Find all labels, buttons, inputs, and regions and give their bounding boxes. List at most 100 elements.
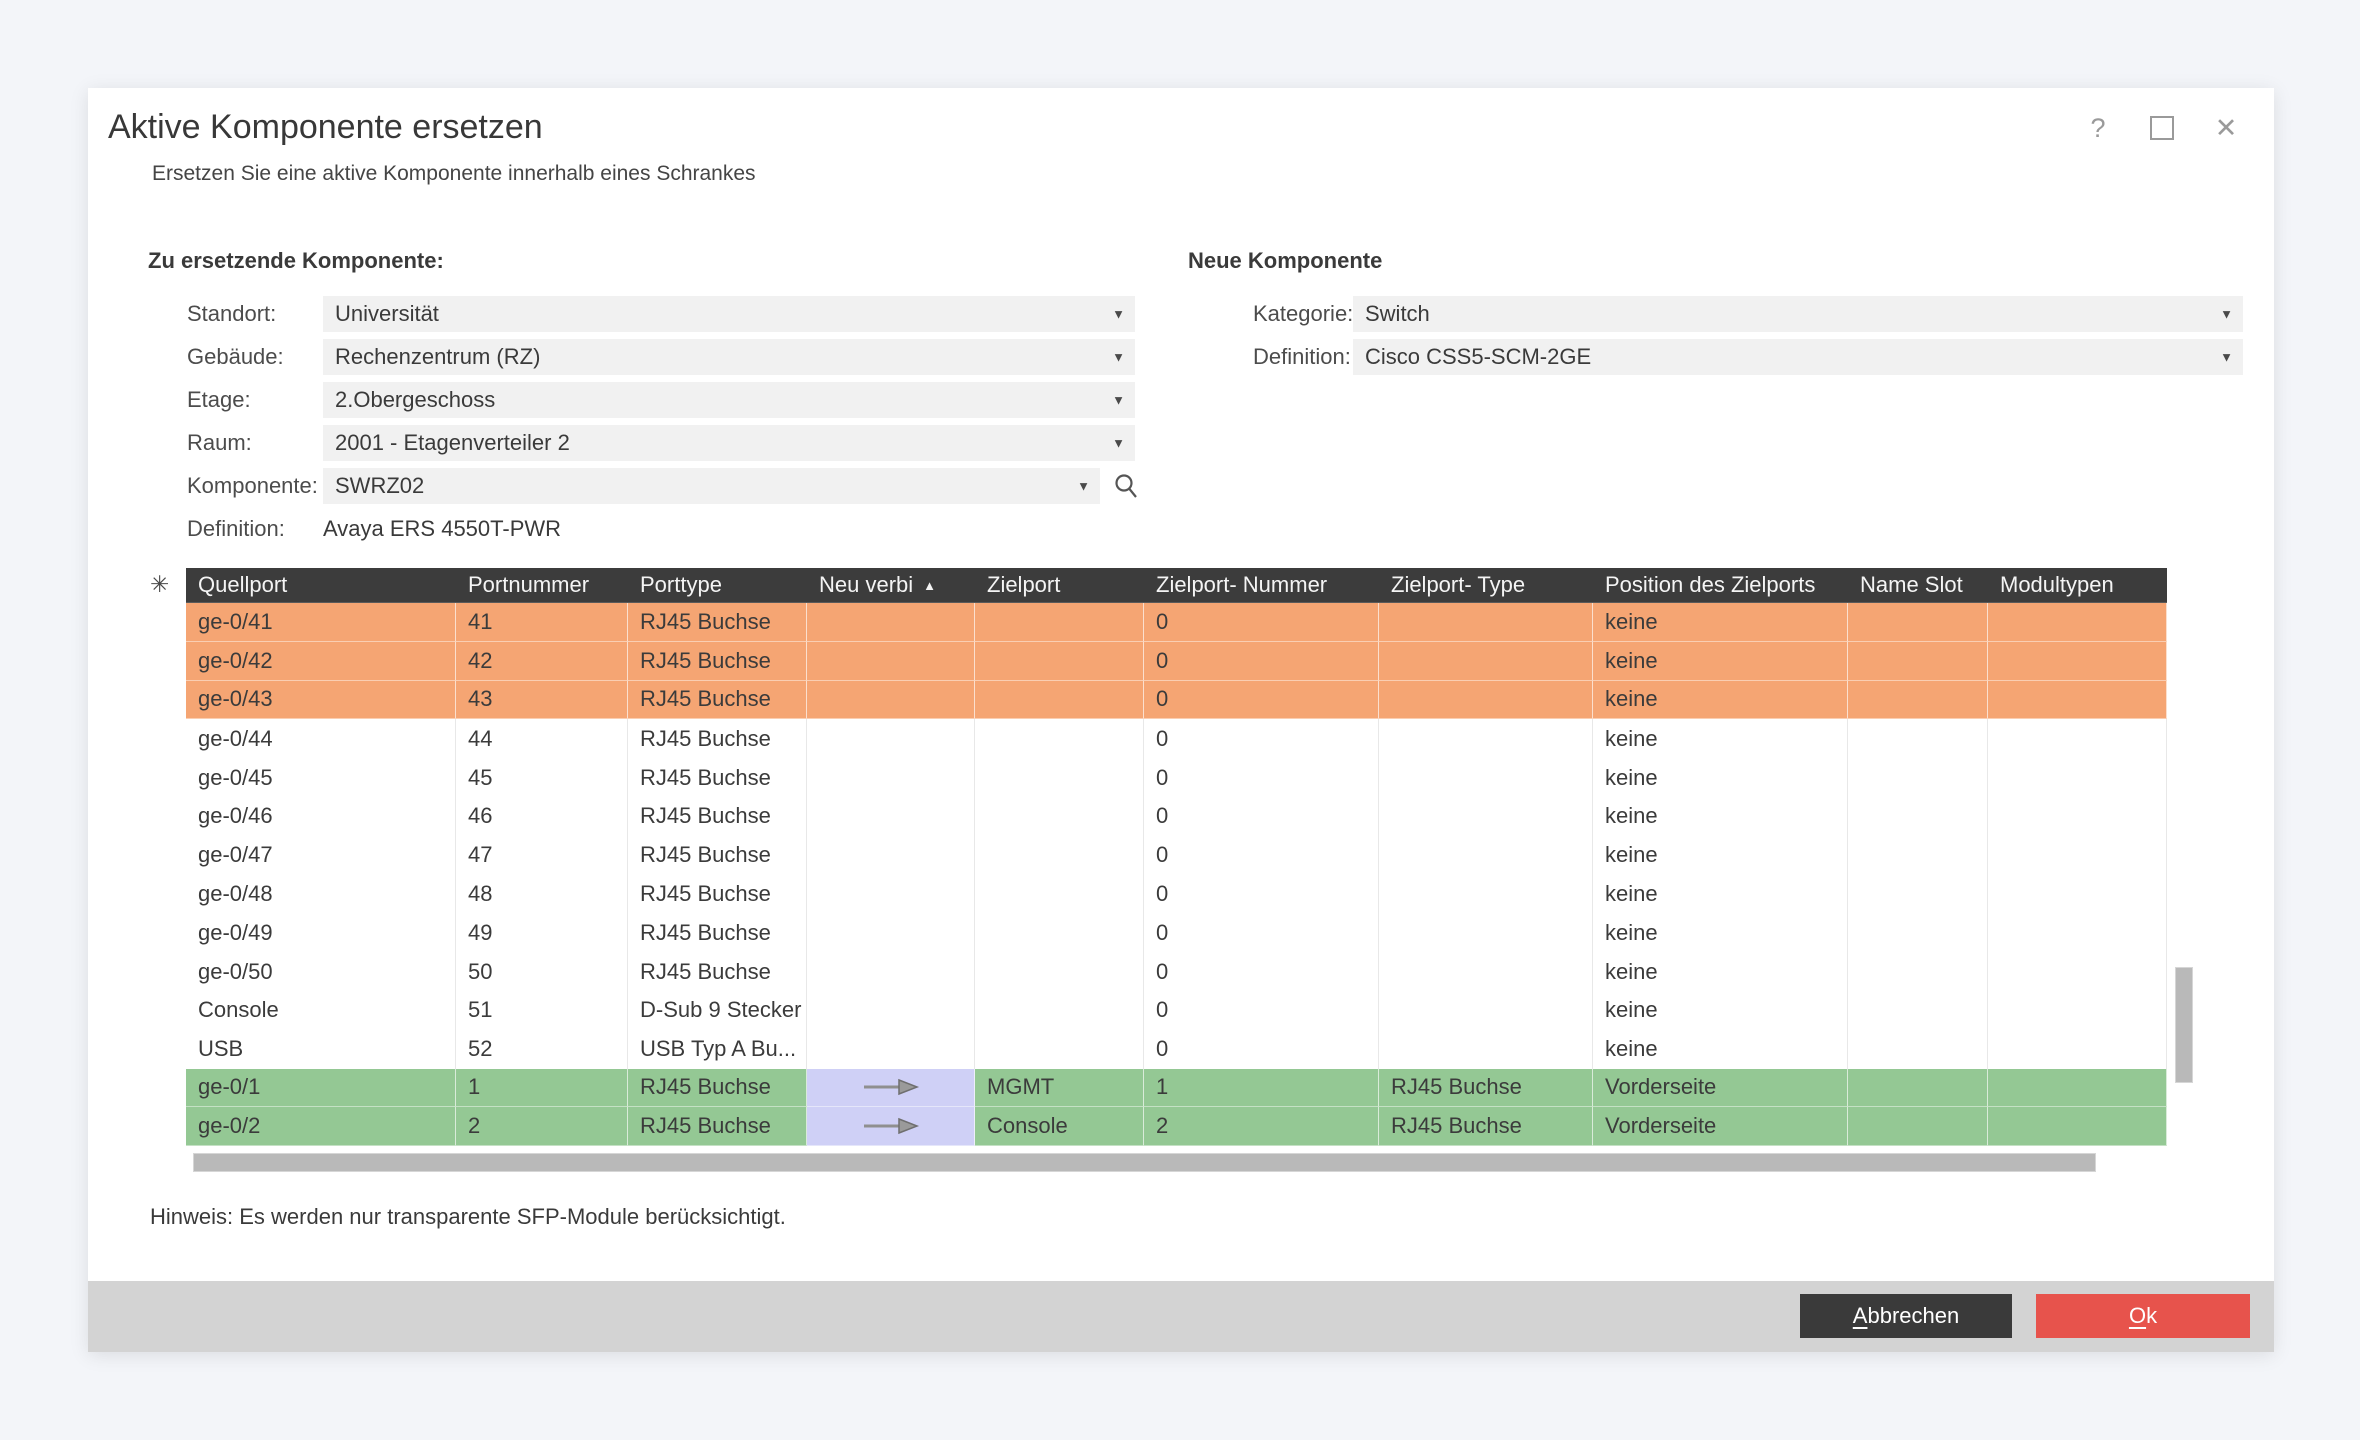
table-cell (1848, 913, 1988, 952)
table-cell (1988, 758, 2167, 797)
table-cell: ge-0/41 (186, 603, 456, 642)
table-row[interactable]: ge-0/11RJ45 BuchseMGMT1RJ45 BuchseVorder… (186, 1069, 2167, 1108)
table-cell (1848, 952, 1988, 991)
table-cell (1379, 719, 1593, 758)
maximize-button[interactable] (2148, 114, 2176, 142)
table-row[interactable]: ge-0/4848RJ45 Buchse0keine (186, 875, 2167, 914)
standort-dropdown[interactable]: Universität▼ (323, 296, 1135, 332)
cancel-button[interactable]: Abbrechen (1800, 1294, 2012, 1338)
form-row-neu-definition: Definition:Cisco CSS5-SCM-2GE▼ (1253, 339, 2243, 375)
table-cell: 49 (456, 913, 628, 952)
table-cell (975, 875, 1144, 914)
neu-definition-dropdown[interactable]: Cisco CSS5-SCM-2GE▼ (1353, 339, 2243, 375)
vertical-scrollbar-thumb[interactable] (2175, 967, 2193, 1083)
table-row[interactable]: ge-0/4545RJ45 Buchse0keine (186, 758, 2167, 797)
column-header[interactable]: Quellport (186, 568, 456, 602)
table-cell: USB Typ A Bu... (628, 1030, 807, 1069)
table-cell (1848, 991, 1988, 1030)
close-icon: ✕ (2215, 115, 2238, 142)
table-row[interactable]: ge-0/4141RJ45 Buchse0keine (186, 603, 2167, 642)
column-header-label: Neu verbi (819, 572, 913, 598)
table-cell (1988, 797, 2167, 836)
table-config-icon[interactable]: ✳ (150, 573, 169, 596)
port-table-header: QuellportPortnummerPorttypeNeu verbi▲Zie… (186, 568, 2167, 603)
column-header[interactable]: Name Slot (1848, 568, 1988, 602)
table-cell (1988, 719, 2167, 758)
column-header[interactable]: Portnummer (456, 568, 628, 602)
table-row[interactable]: ge-0/4444RJ45 Buchse0keine (186, 719, 2167, 758)
horizontal-scrollbar-thumb[interactable] (193, 1153, 2096, 1172)
close-button[interactable]: ✕ (2212, 114, 2240, 142)
table-row[interactable]: ge-0/4646RJ45 Buchse0keine (186, 797, 2167, 836)
table-cell: 44 (456, 719, 628, 758)
kategorie-dropdown[interactable]: Switch▼ (1353, 296, 2243, 332)
column-header[interactable]: Zielport (975, 568, 1144, 602)
table-cell (1379, 797, 1593, 836)
table-cell (975, 952, 1144, 991)
table-cell: ge-0/42 (186, 642, 456, 681)
komponente-dropdown[interactable]: SWRZ02▼ (323, 468, 1100, 504)
table-row[interactable]: ge-0/4747RJ45 Buchse0keine (186, 836, 2167, 875)
definition-value: Avaya ERS 4550T-PWR (323, 516, 561, 542)
column-header[interactable]: Position des Zielports (1593, 568, 1848, 602)
table-cell (1379, 681, 1593, 720)
form-row-etage: Etage:2.Obergeschoss▼ (187, 382, 1140, 418)
column-header[interactable]: Porttype (628, 568, 807, 602)
standort-value: Universität (335, 301, 439, 327)
table-cell: keine (1593, 836, 1848, 875)
table-cell: RJ45 Buchse (628, 719, 807, 758)
table-cell: ge-0/50 (186, 952, 456, 991)
table-row[interactable]: ge-0/5050RJ45 Buchse0keine (186, 952, 2167, 991)
new-connection-cell (807, 1069, 975, 1108)
table-row[interactable]: ge-0/4242RJ45 Buchse0keine (186, 642, 2167, 681)
kategorie-value: Switch (1365, 301, 1430, 327)
form-row-raum: Raum:2001 - Etagenverteiler 2▼ (187, 425, 1140, 461)
etage-value: 2.Obergeschoss (335, 387, 495, 413)
table-cell: 0 (1144, 836, 1379, 875)
table-cell: 0 (1144, 719, 1379, 758)
cancel-button-label: bbrechen (1867, 1303, 1959, 1328)
table-cell: Console (975, 1107, 1144, 1146)
table-cell (807, 913, 975, 952)
table-cell (1988, 875, 2167, 914)
table-row[interactable]: USB52USB Typ A Bu...0keine (186, 1030, 2167, 1069)
table-cell: keine (1593, 758, 1848, 797)
ok-button-mnemonic: O (2129, 1303, 2146, 1328)
table-row[interactable]: ge-0/4343RJ45 Buchse0keine (186, 681, 2167, 720)
table-cell (1379, 875, 1593, 914)
table-cell: 41 (456, 603, 628, 642)
table-cell: 0 (1144, 875, 1379, 914)
port-table-body: ge-0/4141RJ45 Buchse0keinege-0/4242RJ45 … (186, 603, 2167, 1146)
table-cell (807, 836, 975, 875)
dialog-subtitle: Ersetzen Sie eine aktive Komponente inne… (152, 162, 756, 186)
table-row[interactable]: ge-0/4949RJ45 Buchse0keine (186, 913, 2167, 952)
table-cell: RJ45 Buchse (1379, 1069, 1593, 1108)
search-icon[interactable] (1112, 472, 1140, 500)
table-row[interactable]: ge-0/22RJ45 BuchseConsole2RJ45 BuchseVor… (186, 1107, 2167, 1146)
table-cell: 52 (456, 1030, 628, 1069)
etage-dropdown[interactable]: 2.Obergeschoss▼ (323, 382, 1135, 418)
table-cell (807, 952, 975, 991)
table-cell (1988, 991, 2167, 1030)
column-header[interactable]: Modultypen (1988, 568, 2167, 602)
table-row[interactable]: Console51D-Sub 9 Stecker0keine (186, 991, 2167, 1030)
table-cell: ge-0/43 (186, 681, 456, 720)
table-cell: 51 (456, 991, 628, 1030)
table-cell (1379, 1030, 1593, 1069)
table-cell (807, 681, 975, 720)
column-header[interactable]: Neu verbi▲ (807, 568, 975, 602)
column-header[interactable]: Zielport- Nummer (1144, 568, 1379, 602)
table-cell (975, 603, 1144, 642)
raum-dropdown[interactable]: 2001 - Etagenverteiler 2▼ (323, 425, 1135, 461)
table-cell: 46 (456, 797, 628, 836)
table-cell: 45 (456, 758, 628, 797)
source-form-rows: Standort:Universität▼Gebäude:Rechenzentr… (148, 296, 1140, 547)
komponente-value: SWRZ02 (335, 473, 424, 499)
table-cell: 1 (1144, 1069, 1379, 1108)
table-cell (1379, 952, 1593, 991)
gebaeude-dropdown[interactable]: Rechenzentrum (RZ)▼ (323, 339, 1135, 375)
column-header[interactable]: Zielport- Type (1379, 568, 1593, 602)
help-button[interactable]: ? (2084, 114, 2112, 142)
column-header-label: Portnummer (468, 572, 589, 598)
ok-button[interactable]: Ok (2036, 1294, 2250, 1338)
